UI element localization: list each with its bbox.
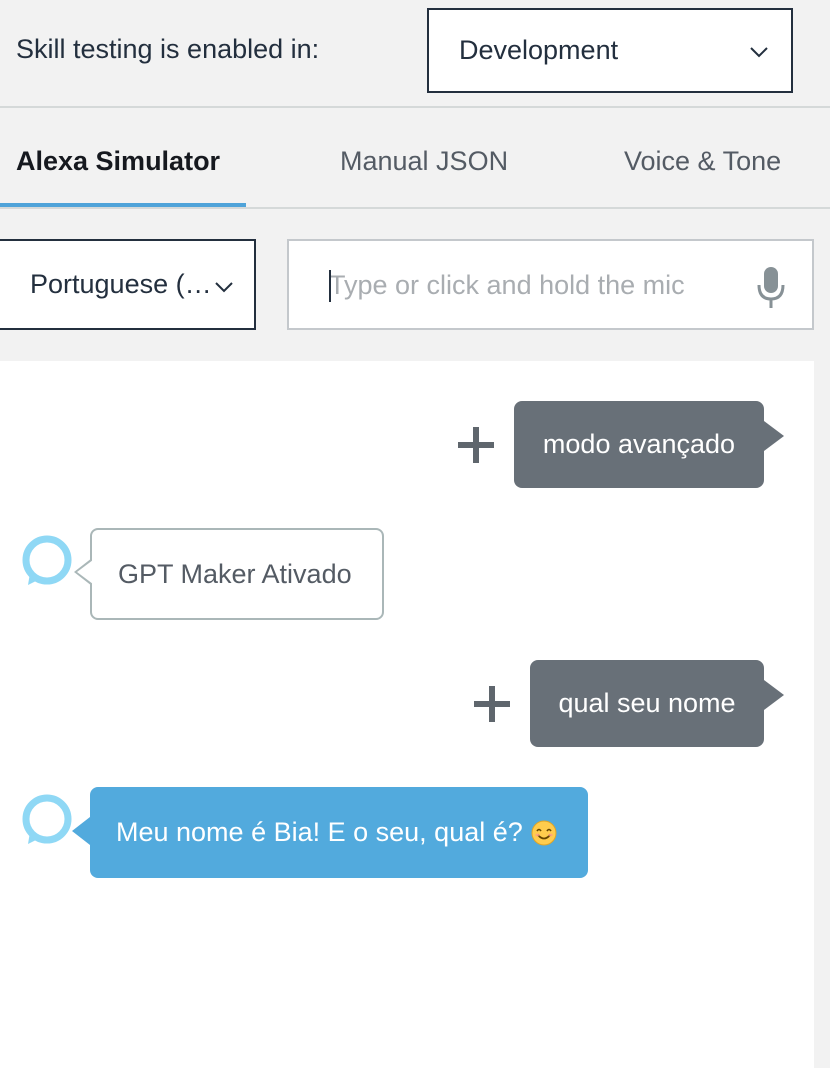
tab-alexa-simulator[interactable]: Alexa Simulator — [16, 146, 220, 177]
user-message-text: modo avançado — [542, 429, 736, 459]
chevron-down-icon — [750, 47, 768, 58]
conversation-panel: modo avançado GPT Maker Ativado qual seu… — [0, 361, 814, 1068]
tabs-divider — [0, 207, 830, 209]
stage-select-dropdown[interactable]: Development — [427, 8, 793, 93]
utterance-field — [287, 239, 814, 330]
alexa-response-text: GPT Maker Ativado — [118, 558, 352, 589]
smiling-face-emoji — [531, 820, 557, 845]
alexa-response-bubble: Meu nome é Bia! E o seu, qual é? — [72, 787, 588, 878]
alexa-ring-icon — [22, 535, 72, 585]
chevron-down-icon — [215, 282, 233, 293]
alexa-developer-console-test: Skill testing is enabled in: Development… — [0, 0, 830, 1068]
tab-manual-json[interactable]: Manual JSON — [340, 146, 508, 177]
skill-testing-label: Skill testing is enabled in: — [16, 34, 320, 64]
text-caret — [329, 270, 331, 302]
user-message-bubble: qual seu nome — [530, 660, 784, 747]
alexa-response-text: Meu nome é Bia! E o seu, qual é? — [116, 817, 523, 847]
plus-icon[interactable] — [456, 425, 496, 465]
locale-select-dropdown[interactable]: Portuguese (… — [0, 239, 256, 330]
utterance-input[interactable] — [329, 265, 749, 305]
stage-select-value: Development — [459, 35, 619, 65]
header-divider — [0, 106, 830, 108]
locale-select-value: Portuguese (… — [30, 269, 212, 299]
alexa-ring-icon — [22, 794, 72, 844]
alexa-response-bubble: GPT Maker Ativado — [74, 528, 384, 620]
microphone-icon[interactable] — [756, 265, 786, 309]
plus-icon[interactable] — [472, 684, 512, 724]
tab-voice-and-tone[interactable]: Voice & Tone — [624, 146, 781, 177]
user-message-text: qual seu nome — [558, 688, 736, 718]
user-message-bubble: modo avançado — [514, 401, 784, 488]
